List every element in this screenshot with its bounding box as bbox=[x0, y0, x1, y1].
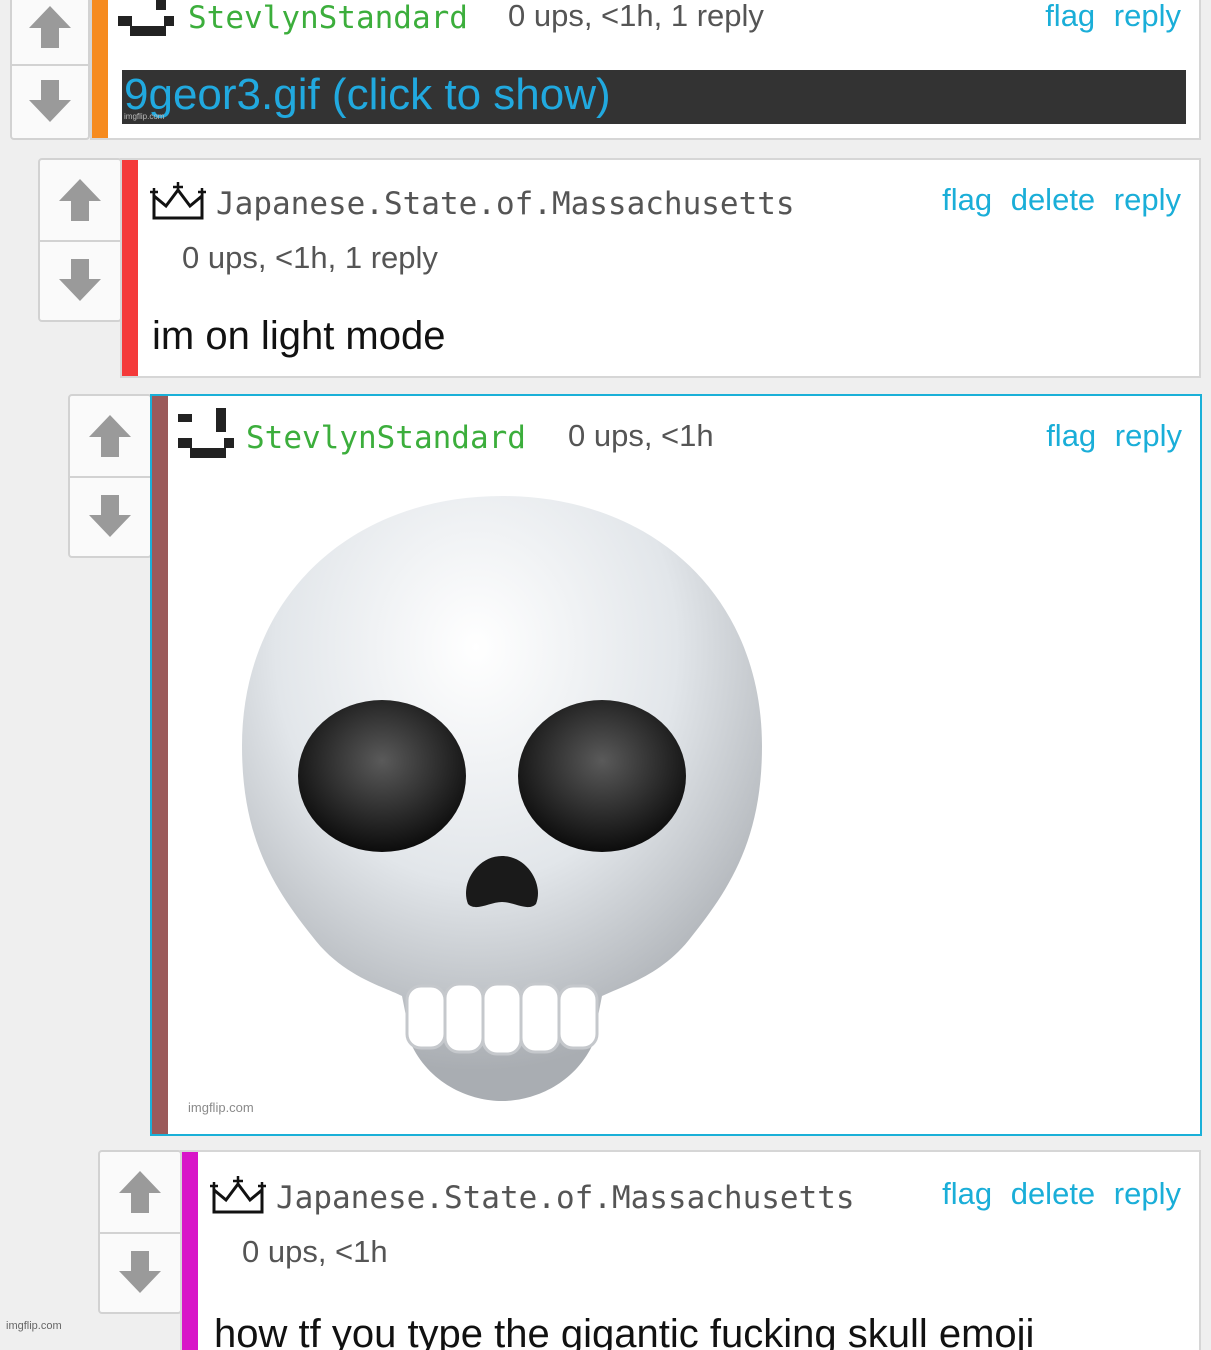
arrow-down-icon bbox=[119, 1251, 161, 1293]
username[interactable]: StevlynStandard bbox=[246, 420, 526, 456]
gif-placeholder[interactable]: 9geor3.gif (click to show) bbox=[122, 70, 1186, 124]
comment-actions: flag delete reply bbox=[932, 1176, 1181, 1212]
flag-link[interactable]: flag bbox=[1045, 0, 1095, 33]
arrow-down-icon bbox=[29, 80, 71, 122]
gif-label: 9geor3.gif (click to show) bbox=[124, 70, 611, 119]
reply-link[interactable]: reply bbox=[1115, 418, 1182, 453]
upvote-button[interactable] bbox=[100, 1152, 180, 1234]
upvote-button[interactable] bbox=[70, 396, 150, 478]
downvote-button[interactable] bbox=[12, 64, 88, 138]
arrow-up-icon bbox=[59, 179, 101, 221]
comment-text: im on light mode bbox=[152, 314, 446, 358]
delete-link[interactable]: delete bbox=[1011, 182, 1095, 217]
arrow-up-icon bbox=[29, 6, 71, 48]
arrow-down-icon bbox=[59, 259, 101, 301]
reply-link[interactable]: reply bbox=[1114, 1176, 1181, 1211]
comment-box: Japanese.State.of.Massachusetts flag del… bbox=[120, 158, 1201, 378]
reply-link[interactable]: reply bbox=[1114, 0, 1181, 33]
flag-link[interactable]: flag bbox=[942, 182, 992, 217]
comment-actions: flag reply bbox=[1035, 0, 1181, 34]
username[interactable]: Japanese.State.of.Massachusetts bbox=[216, 186, 795, 222]
comment-actions: flag reply bbox=[1036, 418, 1182, 454]
vote-box bbox=[68, 394, 152, 558]
gif-watermark: imgflip.com bbox=[124, 112, 165, 121]
delete-link[interactable]: delete bbox=[1011, 1176, 1095, 1211]
thread-bar bbox=[122, 160, 138, 376]
downvote-button[interactable] bbox=[100, 1232, 180, 1312]
comment-meta: 0 ups, <1h, 1 reply bbox=[508, 0, 764, 33]
avatar-face-icon bbox=[178, 408, 234, 458]
comment-meta: 0 ups, <1h, 1 reply bbox=[182, 240, 438, 275]
image-watermark: imgflip.com bbox=[188, 1100, 254, 1115]
thread-bar bbox=[152, 396, 168, 1134]
vote-box bbox=[38, 158, 122, 322]
flag-link[interactable]: flag bbox=[1046, 418, 1096, 453]
reply-link[interactable]: reply bbox=[1114, 182, 1181, 217]
arrow-up-icon bbox=[89, 415, 131, 457]
crown-icon bbox=[150, 182, 206, 220]
thread-bar bbox=[182, 1152, 198, 1350]
upvote-button[interactable] bbox=[40, 160, 120, 242]
username[interactable]: StevlynStandard bbox=[188, 0, 468, 36]
arrow-down-icon bbox=[89, 495, 131, 537]
comment-meta: 0 ups, <1h bbox=[242, 1234, 388, 1269]
upvote-button[interactable] bbox=[12, 0, 88, 66]
comment-text: how tf you type the gigantic fucking sku… bbox=[214, 1312, 1035, 1350]
avatar-face-icon bbox=[118, 0, 174, 36]
crown-icon bbox=[210, 1176, 266, 1214]
page-watermark: imgflip.com bbox=[6, 1320, 62, 1332]
downvote-button[interactable] bbox=[40, 240, 120, 320]
thread-bar bbox=[92, 0, 108, 138]
username[interactable]: Japanese.State.of.Massachusetts bbox=[276, 1180, 855, 1216]
vote-box bbox=[98, 1150, 182, 1314]
downvote-button[interactable] bbox=[70, 476, 150, 556]
comment-actions: flag delete reply bbox=[932, 182, 1181, 218]
vote-box bbox=[10, 0, 90, 140]
comment-box-highlighted: StevlynStandard 0 ups, <1h flag reply im… bbox=[150, 394, 1202, 1136]
comment-box: Japanese.State.of.Massachusetts flag del… bbox=[180, 1150, 1201, 1350]
comment-meta: 0 ups, <1h bbox=[568, 418, 714, 453]
flag-link[interactable]: flag bbox=[942, 1176, 992, 1211]
arrow-up-icon bbox=[119, 1171, 161, 1213]
comment-box: StevlynStandard 0 ups, <1h, 1 reply flag… bbox=[90, 0, 1201, 140]
skull-emoji-image bbox=[242, 496, 762, 1101]
